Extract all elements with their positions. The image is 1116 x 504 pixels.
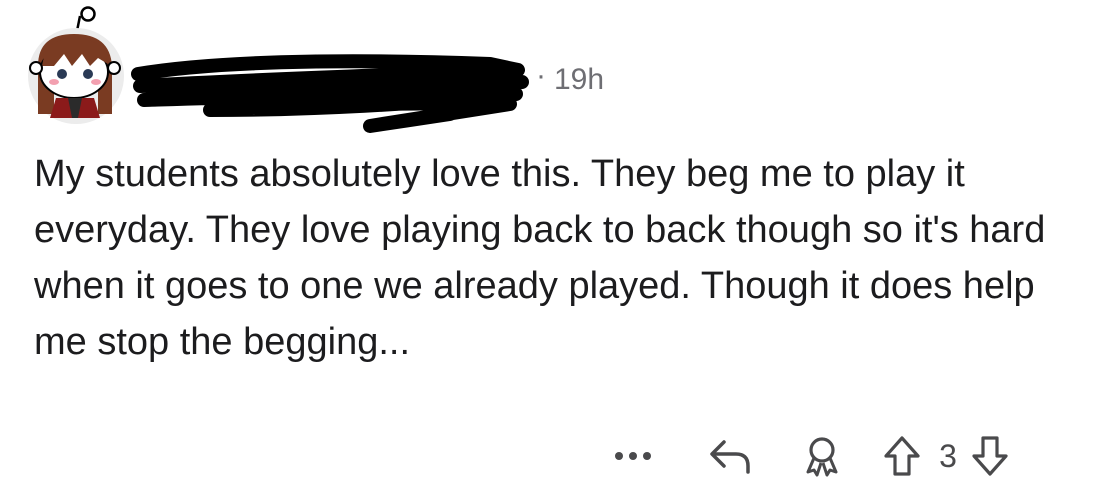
vote-score: 3 [939, 438, 957, 474]
more-options-icon [615, 452, 651, 460]
meta-separator: · [536, 59, 546, 92]
more-options-button[interactable] [608, 428, 658, 484]
upvote-button[interactable] [880, 428, 924, 484]
award-button[interactable] [796, 428, 848, 484]
award-icon [806, 437, 838, 477]
comment-timestamp: 19h [554, 63, 605, 96]
reply-button[interactable] [704, 428, 756, 484]
user-avatar[interactable] [24, 6, 136, 126]
snoo-avatar-icon [28, 6, 124, 124]
reply-arrow-icon [710, 440, 750, 474]
downvote-arrow-icon [972, 436, 1008, 476]
username-redacted [130, 44, 530, 144]
comment-body: My students absolutely love this. They b… [34, 153, 1046, 363]
comment-actions: 3 [0, 428, 1116, 484]
upvote-arrow-icon [884, 436, 920, 476]
comment-card: · 19h My students absolutely love this. … [0, 0, 1116, 504]
comment-header: · 19h [24, 6, 724, 133]
downvote-button[interactable] [968, 428, 1012, 484]
